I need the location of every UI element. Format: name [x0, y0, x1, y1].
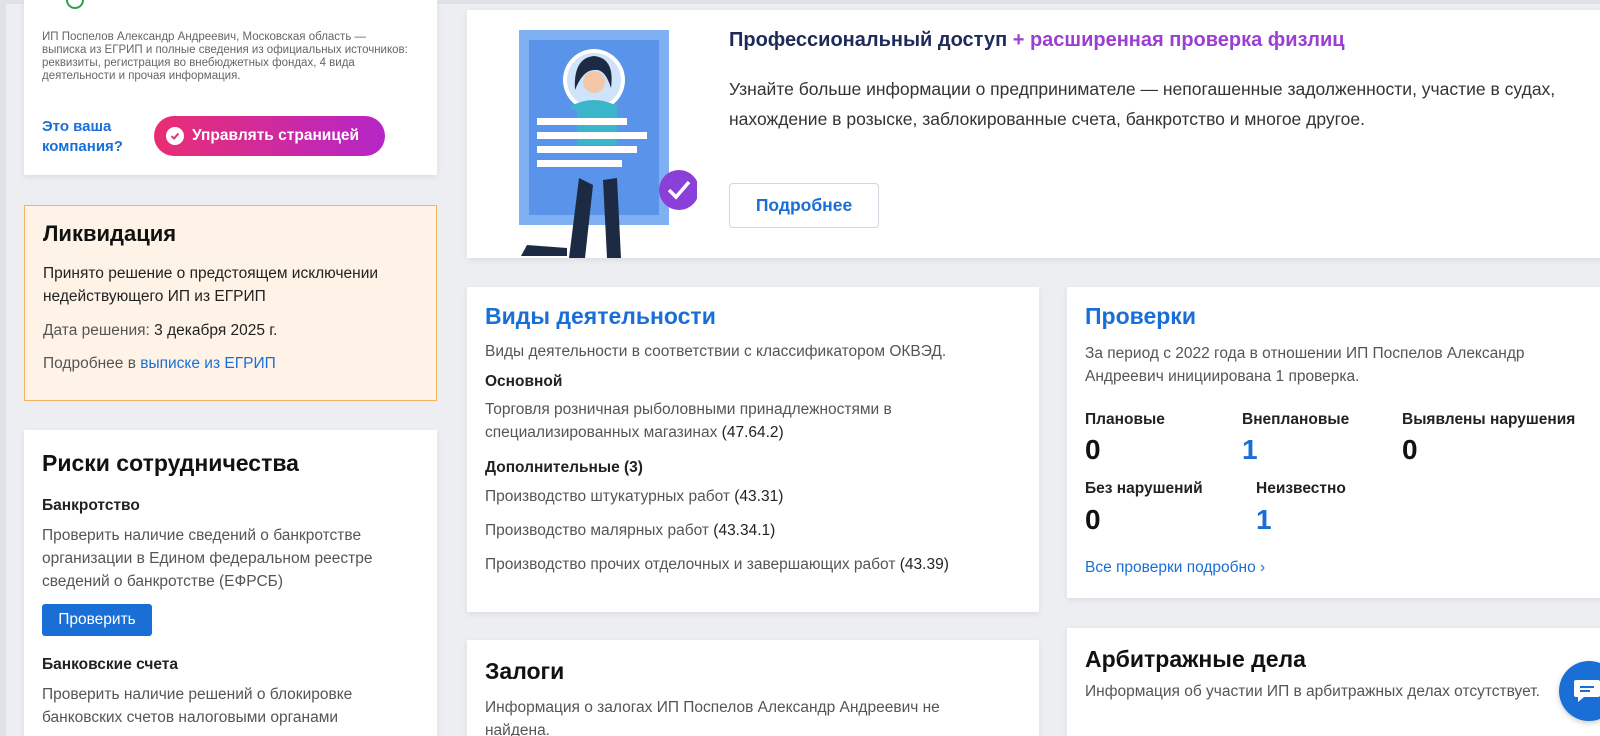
- arbitration-title: Арбитражные дела: [1085, 646, 1306, 672]
- promo-title: Профессиональный доступ + расширенная пр…: [729, 29, 1345, 52]
- bank-accounts-text: Проверить наличие решений о блокировке б…: [42, 686, 353, 726]
- date-label: Дата решения:: [43, 322, 150, 339]
- promo-more-button[interactable]: Подробнее: [729, 183, 879, 228]
- promo-title-plus: + расширенная проверка физлиц: [1012, 29, 1345, 51]
- pledges-title: Залоги: [485, 658, 565, 684]
- left-edge: [0, 0, 6, 736]
- activities-subtitle: Виды деятельности в соответствии с класс…: [485, 343, 947, 360]
- liquidation-date: Дата решения: 3 декабря 2025 г.: [43, 322, 277, 340]
- liquidation-title: Ликвидация: [43, 221, 177, 246]
- owner-card: ИП Поспелов Александр Андреевич, Московс…: [24, 0, 437, 175]
- activity-code: (43.39): [899, 556, 949, 573]
- activity-code: (43.31): [734, 488, 784, 505]
- extra-activity: Производство прочих отделочных и заверша…: [485, 553, 1025, 576]
- bankruptcy-title: Банкротство: [42, 497, 140, 514]
- activity-code: (43.34.1): [713, 522, 776, 539]
- risks-card: Риски сотрудничества Банкротство Провери…: [24, 430, 437, 736]
- promo-body: Узнайте больше информации о предпринимат…: [729, 79, 1556, 129]
- no-violations-label: Без нарушений: [1085, 480, 1203, 497]
- inspections-subtitle: За период с 2022 года в отношении ИП Пос…: [1085, 345, 1525, 385]
- document-person-illustration: [519, 30, 697, 258]
- activities-card: Виды деятельности Виды деятельности в со…: [467, 287, 1039, 612]
- activities-title[interactable]: Виды деятельности: [485, 303, 716, 330]
- unplanned-label: Внеплановые: [1242, 411, 1350, 428]
- date-value: 3 декабря 2025 г.: [154, 322, 278, 339]
- activity-name: Производство малярных работ: [485, 522, 709, 539]
- unknown-value[interactable]: 1: [1256, 504, 1272, 536]
- shield-check-icon: [166, 127, 184, 145]
- unplanned-value[interactable]: 1: [1242, 434, 1258, 466]
- pledges-text: Информация о залогах ИП Поспелов Алексан…: [485, 699, 940, 736]
- inspections-title[interactable]: Проверки: [1085, 303, 1196, 330]
- liquidation-text: Принято решение о предстоящем исключении…: [43, 265, 379, 305]
- activity-name: Торговля розничная рыболовными принадлеж…: [485, 401, 892, 441]
- inspections-card: Проверки За период с 2022 года в отношен…: [1067, 287, 1600, 598]
- chat-icon: [1574, 680, 1600, 702]
- violations-label: Выявлены нарушения: [1402, 411, 1576, 428]
- main-activity: Торговля розничная рыболовными принадлеж…: [485, 398, 985, 444]
- extra-activity: Производство малярных работ (43.34.1): [485, 519, 1025, 542]
- liquidation-more: Подробнее в выписке из ЕГРИП: [43, 355, 276, 373]
- activity-name: Производство штукатурных работ: [485, 488, 730, 505]
- manage-page-label: Управлять страницей: [192, 127, 360, 144]
- is-your-company-link[interactable]: Это ваша компания?: [42, 117, 152, 157]
- liquidation-card: Ликвидация Принято решение о предстоящем…: [24, 205, 437, 401]
- main-activity-label: Основной: [485, 373, 563, 390]
- arbitration-text: Информация об участии ИП в арбитражных д…: [1085, 683, 1540, 700]
- check-bankruptcy-button[interactable]: Проверить: [42, 604, 152, 636]
- promo-card: Профессиональный доступ + расширенная пр…: [467, 10, 1600, 258]
- manage-page-button[interactable]: Управлять страницей: [154, 116, 385, 156]
- extra-activity: Производство штукатурных работ (43.31): [485, 485, 1025, 508]
- unknown-label: Неизвестно: [1256, 480, 1346, 497]
- status-check-icon: [66, 0, 84, 9]
- planned-value: 0: [1085, 434, 1101, 465]
- more-prefix: Подробнее в: [43, 355, 136, 372]
- planned-label: Плановые: [1085, 411, 1165, 428]
- owner-description: ИП Поспелов Александр Андреевич, Московс…: [42, 31, 408, 82]
- bankruptcy-text: Проверить наличие сведений о банкротстве…: [42, 527, 373, 590]
- extra-activities-label: Дополнительные (3): [485, 459, 643, 476]
- promo-title-main: Профессиональный доступ: [729, 29, 1008, 51]
- activity-code: (47.64.2): [721, 424, 784, 441]
- all-inspections-link[interactable]: Все проверки подробно ›: [1085, 559, 1265, 577]
- arbitration-card: Арбитражные дела Информация об участии И…: [1067, 628, 1600, 736]
- egrip-extract-link[interactable]: выписке из ЕГРИП: [140, 355, 275, 372]
- risks-title: Риски сотрудничества: [42, 450, 299, 476]
- violations-value: 0: [1402, 434, 1418, 465]
- activity-name: Производство прочих отделочных и заверша…: [485, 556, 896, 573]
- no-violations-value: 0: [1085, 504, 1101, 535]
- bank-accounts-title: Банковские счета: [42, 656, 178, 673]
- pledges-card: Залоги Информация о залогах ИП Поспелов …: [467, 640, 1039, 736]
